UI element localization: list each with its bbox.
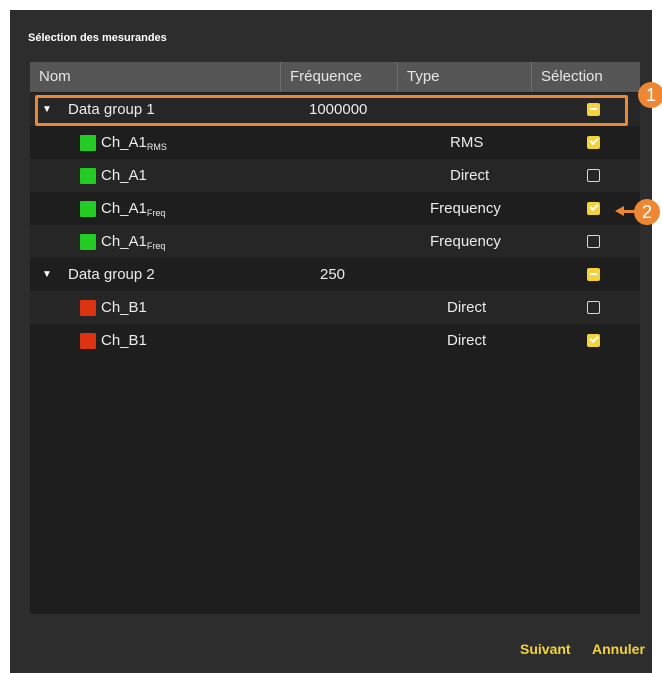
- next-button[interactable]: Suivant: [520, 641, 571, 657]
- channel-selection-checkbox[interactable]: [587, 235, 600, 248]
- channel-color-swatch: [80, 135, 96, 151]
- channel-selection-checkbox[interactable]: [587, 202, 600, 215]
- channel-type: Frequency: [430, 200, 501, 217]
- cancel-button[interactable]: Annuler: [592, 641, 645, 657]
- measurand-table: Nom Fréquence Type Sélection ▼ Data grou…: [30, 62, 640, 614]
- channel-name: Ch_A1Freq: [101, 200, 166, 218]
- channel-name: Ch_A1RMS: [101, 134, 167, 152]
- channel-type: Direct: [447, 332, 487, 349]
- channel-selection-checkbox[interactable]: [587, 334, 600, 347]
- dialog-title: Sélection des mesurandes: [28, 32, 167, 44]
- callout-badge-2: 2: [634, 199, 660, 225]
- group-frequency: 250: [320, 266, 346, 283]
- channel-selection-checkbox[interactable]: [587, 301, 600, 314]
- column-header-frequency[interactable]: Fréquence: [281, 62, 398, 92]
- channel-name: Ch_B1: [101, 332, 147, 349]
- channel-row[interactable]: Ch_B1 Direct: [30, 291, 640, 324]
- channel-color-swatch: [80, 234, 96, 250]
- channel-type: Direct: [447, 299, 487, 316]
- channel-type: Frequency: [430, 233, 501, 250]
- channel-color-swatch: [80, 300, 96, 316]
- channel-name: Ch_B1: [101, 299, 147, 316]
- channel-selection-checkbox[interactable]: [587, 169, 600, 182]
- table-header: Nom Fréquence Type Sélection: [30, 62, 640, 92]
- channel-row[interactable]: Ch_A1RMS RMS: [30, 126, 640, 159]
- channel-color-swatch: [80, 333, 96, 349]
- channel-type: Direct: [450, 167, 490, 184]
- column-header-name[interactable]: Nom: [30, 62, 281, 92]
- channel-color-swatch: [80, 201, 96, 217]
- group-row-data-group-2[interactable]: ▼ Data group 2 250: [30, 258, 640, 291]
- column-header-selection[interactable]: Sélection: [532, 62, 640, 92]
- highlight-frame-group-1: [35, 95, 628, 126]
- channel-selection-checkbox[interactable]: [587, 136, 600, 149]
- callout-badge-1: 1: [638, 82, 662, 108]
- column-header-type[interactable]: Type: [398, 62, 532, 92]
- channel-row[interactable]: Ch_A1Freq Frequency: [30, 225, 640, 258]
- channel-name: Ch_A1: [101, 167, 147, 184]
- channel-color-swatch: [80, 168, 96, 184]
- channel-name: Ch_A1Freq: [101, 233, 166, 251]
- channel-row[interactable]: Ch_A1Freq Frequency: [30, 192, 640, 225]
- channel-row[interactable]: Ch_B1 Direct: [30, 324, 640, 357]
- channel-row[interactable]: Ch_A1 Direct: [30, 159, 640, 192]
- channel-type: RMS: [450, 134, 484, 151]
- expand-triangle-icon[interactable]: ▼: [42, 258, 52, 291]
- group-selection-checkbox[interactable]: [587, 268, 600, 281]
- group-name: Data group 2: [68, 266, 155, 283]
